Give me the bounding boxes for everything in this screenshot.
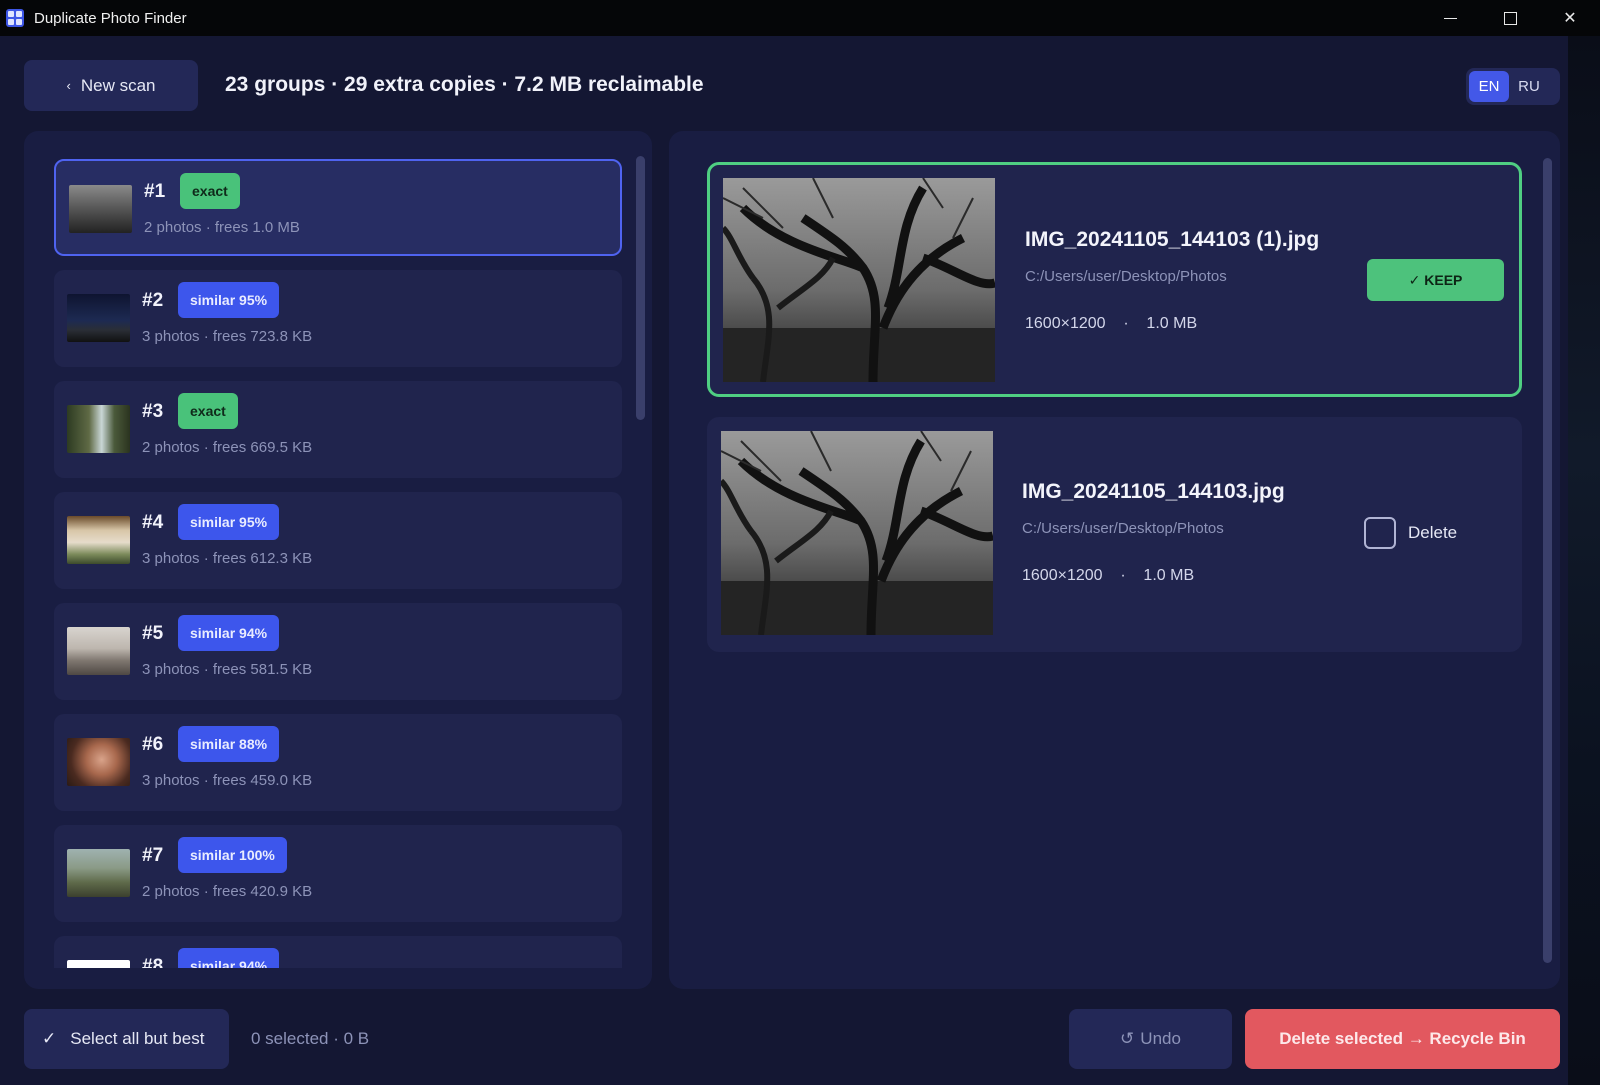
photo-thumbnail bbox=[723, 178, 995, 382]
separator: · bbox=[1120, 567, 1126, 584]
groups-scrollbar[interactable] bbox=[636, 156, 645, 420]
new-scan-label: New scan bbox=[80, 75, 156, 95]
group-item[interactable]: #7 similar 100% 2 photos · frees 420.9 KB bbox=[54, 825, 622, 922]
group-thumbnail bbox=[67, 849, 130, 897]
undo-icon: ↺ bbox=[1120, 1029, 1135, 1048]
photo-card-keep[interactable]: IMG_20241105_144103 (1).jpg C:/Users/use… bbox=[707, 162, 1522, 397]
select-all-label: Select all but best bbox=[70, 1029, 205, 1048]
undo-button[interactable]: ↺ Undo bbox=[1069, 1009, 1232, 1069]
language-ru-button[interactable]: RU bbox=[1509, 71, 1549, 102]
photo-dimensions: 1600×1200 bbox=[1025, 315, 1106, 332]
group-item[interactable]: #4 similar 95% 3 photos · frees 612.3 KB bbox=[54, 492, 622, 589]
photos-scrollbar[interactable] bbox=[1543, 158, 1552, 963]
group-number: #1 bbox=[144, 181, 166, 202]
group-thumbnail bbox=[67, 960, 130, 968]
photo-size: 1.0 MB bbox=[1143, 567, 1195, 584]
keep-button[interactable]: ✓ KEEP bbox=[1367, 259, 1504, 301]
close-icon: ✕ bbox=[1563, 10, 1577, 27]
group-item[interactable]: #5 similar 94% 3 photos · frees 581.5 KB bbox=[54, 603, 622, 700]
selection-status: 0 selected · 0 B bbox=[251, 1029, 370, 1048]
group-item[interactable]: #1 exact 2 photos · frees 1.0 MB bbox=[54, 159, 622, 256]
background-strip bbox=[1568, 36, 1600, 1085]
checkmark-icon: ✓ bbox=[42, 1029, 57, 1048]
group-number: #8 bbox=[142, 956, 164, 968]
select-all-but-best-button[interactable]: ✓ Select all but best bbox=[24, 1009, 229, 1069]
minimize-icon bbox=[1443, 17, 1457, 19]
language-switcher: EN RU bbox=[1466, 68, 1560, 105]
group-meta: 3 photos · frees 723.8 KB bbox=[142, 328, 313, 345]
match-badge: similar 100% bbox=[178, 837, 287, 873]
group-meta: 2 photos · frees 420.9 KB bbox=[142, 883, 313, 900]
group-thumbnail bbox=[67, 516, 130, 564]
delete-toggle[interactable]: Delete bbox=[1364, 517, 1457, 549]
group-meta: 3 photos · frees 459.0 KB bbox=[142, 772, 313, 789]
photo-filename: IMG_20241105_144103 (1).jpg bbox=[1025, 228, 1320, 251]
group-meta: 3 photos · frees 581.5 KB bbox=[142, 661, 313, 678]
group-number: #6 bbox=[142, 734, 164, 755]
title-bar: Duplicate Photo Finder ✕ bbox=[0, 0, 1600, 36]
group-thumbnail bbox=[67, 405, 130, 453]
match-badge: exact bbox=[180, 173, 240, 209]
scan-summary: 23 groups · 29 extra copies · 7.2 MB rec… bbox=[225, 73, 704, 96]
minimize-button[interactable] bbox=[1420, 0, 1480, 36]
match-badge: similar 95% bbox=[178, 282, 280, 318]
group-thumbnail bbox=[67, 627, 130, 675]
match-badge: similar 94% bbox=[178, 615, 280, 651]
photo-dimensions-size: 1600×1200 · 1.0 MB bbox=[1022, 567, 1194, 585]
match-badge: similar 95% bbox=[178, 504, 280, 540]
group-number: #7 bbox=[142, 845, 164, 866]
group-meta: 2 photos · frees 669.5 KB bbox=[142, 439, 313, 456]
new-scan-button[interactable]: ‹ New scan bbox=[24, 60, 198, 111]
match-badge: similar 88% bbox=[178, 726, 280, 762]
photo-filename: IMG_20241105_144103.jpg bbox=[1022, 480, 1285, 503]
photo-size: 1.0 MB bbox=[1146, 315, 1198, 332]
app-icon bbox=[6, 9, 24, 27]
match-badge: exact bbox=[178, 393, 238, 429]
photo-dimensions: 1600×1200 bbox=[1022, 567, 1103, 584]
match-badge: similar 94% bbox=[178, 948, 280, 968]
group-thumbnail bbox=[67, 294, 130, 342]
undo-label: Undo bbox=[1140, 1029, 1181, 1048]
group-number: #2 bbox=[142, 290, 164, 311]
separator: · bbox=[1123, 315, 1129, 332]
photo-thumbnail bbox=[721, 431, 993, 635]
photo-path: C:/Users/user/Desktop/Photos bbox=[1022, 520, 1224, 537]
window-title: Duplicate Photo Finder bbox=[34, 9, 187, 27]
delete-checkbox[interactable] bbox=[1364, 517, 1396, 549]
groups-panel: #1 exact 2 photos · frees 1.0 MB #2 similar … bbox=[24, 131, 652, 989]
group-item[interactable]: #8 similar 94% bbox=[54, 936, 622, 968]
delete-selected-button[interactable]: Delete selected → Recycle Bin bbox=[1245, 1009, 1560, 1069]
groups-list: #1 exact 2 photos · frees 1.0 MB #2 similar … bbox=[54, 159, 624, 968]
language-en-button[interactable]: EN bbox=[1469, 71, 1509, 102]
window-controls: ✕ bbox=[1420, 0, 1600, 36]
group-number: #3 bbox=[142, 401, 164, 422]
maximize-button[interactable] bbox=[1480, 0, 1540, 36]
group-number: #4 bbox=[142, 512, 164, 533]
group-meta: 2 photos · frees 1.0 MB bbox=[144, 219, 300, 236]
photos-panel: IMG_20241105_144103 (1).jpg C:/Users/use… bbox=[669, 131, 1560, 989]
group-item[interactable]: #3 exact 2 photos · frees 669.5 KB bbox=[54, 381, 622, 478]
chevron-left-icon: ‹ bbox=[66, 78, 71, 93]
photo-card-delete[interactable]: IMG_20241105_144103.jpg C:/Users/user/De… bbox=[707, 417, 1522, 652]
delete-label: Delete bbox=[1408, 523, 1458, 542]
maximize-icon bbox=[1503, 11, 1517, 25]
group-item[interactable]: #6 similar 88% 3 photos · frees 459.0 KB bbox=[54, 714, 622, 811]
photo-dimensions-size: 1600×1200 · 1.0 MB bbox=[1025, 315, 1197, 333]
group-thumbnail bbox=[69, 185, 132, 233]
group-item[interactable]: #2 similar 95% 3 photos · frees 723.8 KB bbox=[54, 270, 622, 367]
group-meta: 3 photos · frees 612.3 KB bbox=[142, 550, 313, 567]
photo-path: C:/Users/user/Desktop/Photos bbox=[1025, 268, 1227, 285]
close-button[interactable]: ✕ bbox=[1540, 0, 1600, 36]
group-number: #5 bbox=[142, 623, 164, 644]
group-thumbnail bbox=[67, 738, 130, 786]
